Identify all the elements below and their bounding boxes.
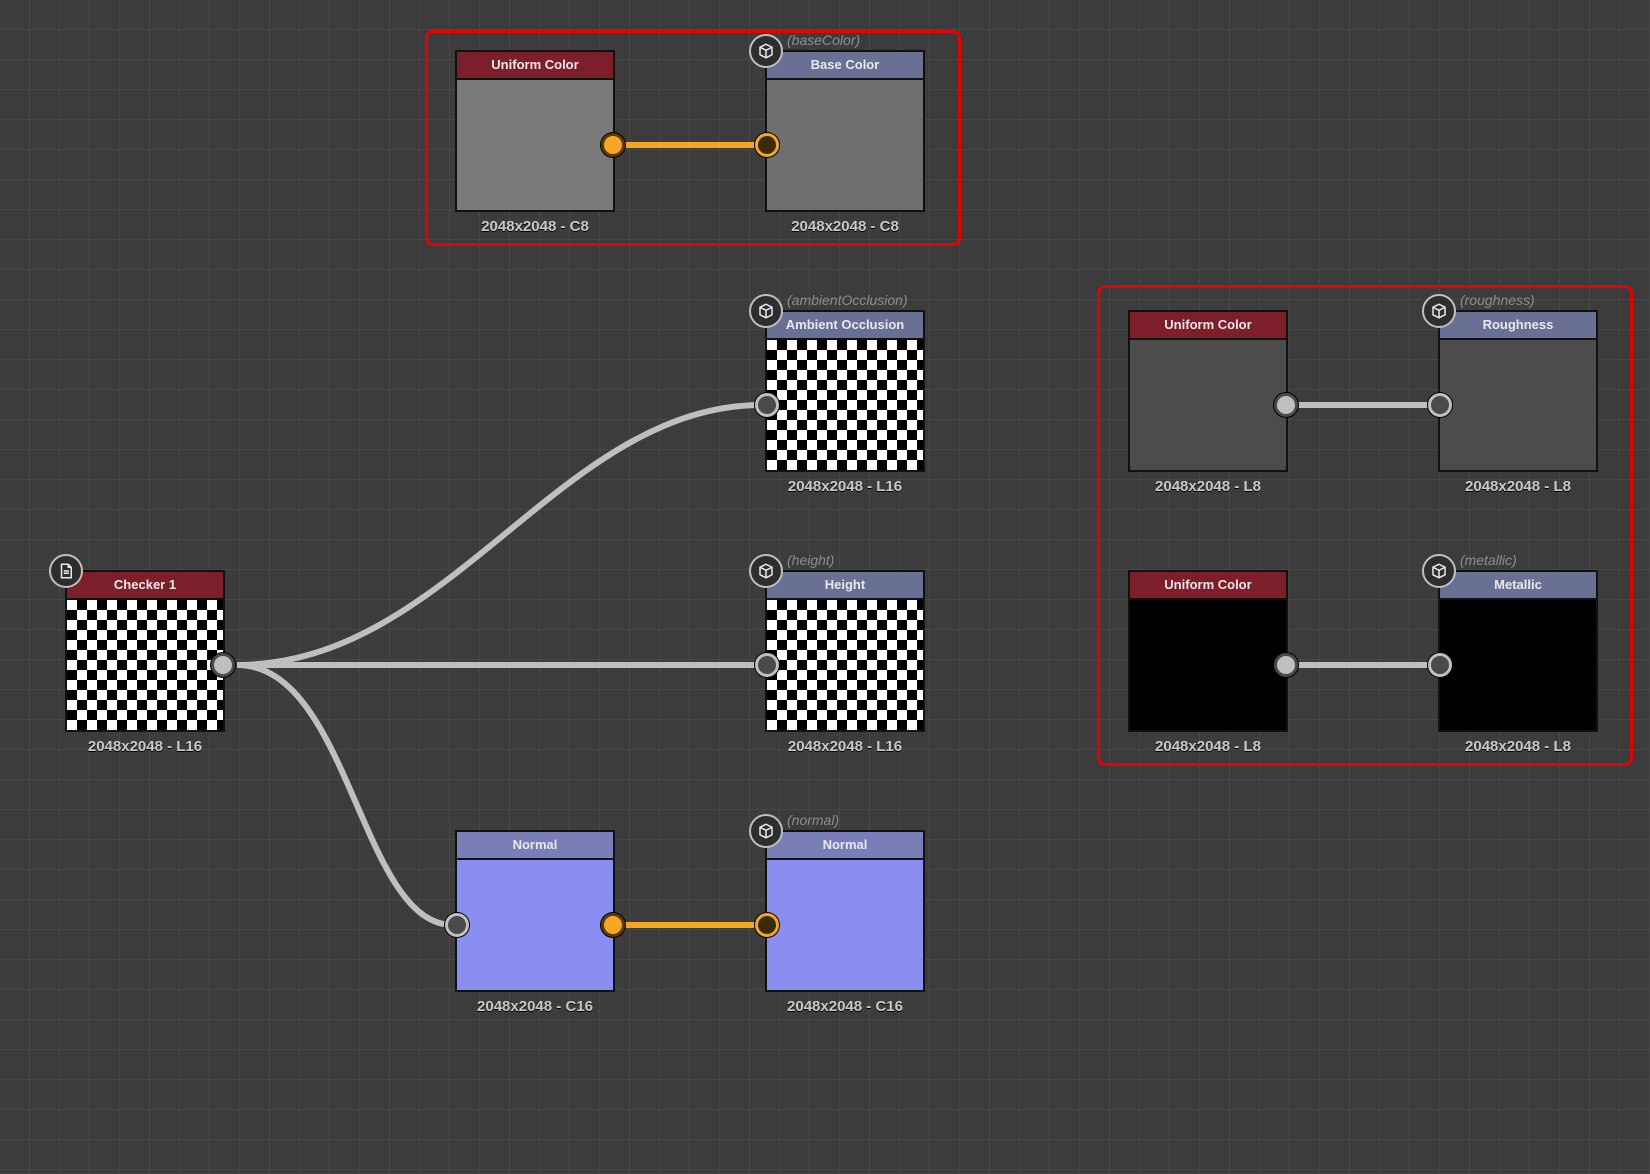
node-title: Base Color xyxy=(767,52,923,80)
output-socket[interactable] xyxy=(211,653,235,677)
node-preview xyxy=(1130,600,1286,730)
node-uniform-metallic[interactable]: Uniform Color 2048x2048 - L8 xyxy=(1128,570,1288,755)
input-socket[interactable] xyxy=(755,653,779,677)
doc-icon xyxy=(49,554,83,588)
node-checker[interactable]: Checker 1 2048x2048 - L16 xyxy=(65,570,225,755)
output-label: (ambientOcclusion) xyxy=(787,292,908,308)
node-preview xyxy=(457,80,613,210)
node-uniform-basecolor[interactable]: Uniform Color 2048x2048 - C8 xyxy=(455,50,615,235)
node-caption: 2048x2048 - C8 xyxy=(455,218,615,235)
node-caption: 2048x2048 - C8 xyxy=(765,218,925,235)
output-socket[interactable] xyxy=(1274,653,1298,677)
input-socket[interactable] xyxy=(755,913,779,937)
node-title: Uniform Color xyxy=(457,52,613,80)
node-caption: 2048x2048 - L16 xyxy=(765,738,925,755)
node-uniform-roughness[interactable]: Uniform Color 2048x2048 - L8 xyxy=(1128,310,1288,495)
node-basecolor[interactable]: Base Color (baseColor) 2048x2048 - C8 xyxy=(765,50,925,235)
node-preview xyxy=(767,860,923,990)
node-ambient-occlusion[interactable]: Ambient Occlusion (ambientOcclusion) 204… xyxy=(765,310,925,495)
node-title: Uniform Color xyxy=(1130,312,1286,340)
node-metallic[interactable]: Metallic (metallic) 2048x2048 - L8 xyxy=(1438,570,1598,755)
node-graph-canvas[interactable]: Checker 1 2048x2048 - L16 Uniform Color … xyxy=(0,0,1650,1174)
node-title: Normal xyxy=(767,832,923,860)
output-label: (baseColor) xyxy=(787,32,860,48)
node-title: Height xyxy=(767,572,923,600)
node-normal-source[interactable]: Normal 2048x2048 - C16 xyxy=(455,830,615,1015)
node-title: Ambient Occlusion xyxy=(767,312,923,340)
input-socket[interactable] xyxy=(1428,393,1452,417)
cube-icon xyxy=(1422,554,1456,588)
output-socket[interactable] xyxy=(601,133,625,157)
node-height[interactable]: Height (height) 2048x2048 - L16 xyxy=(765,570,925,755)
node-preview xyxy=(1440,340,1596,470)
node-preview xyxy=(457,860,613,990)
node-caption: 2048x2048 - L8 xyxy=(1438,738,1598,755)
node-preview xyxy=(1440,600,1596,730)
node-caption: 2048x2048 - L8 xyxy=(1128,478,1288,495)
node-caption: 2048x2048 - L16 xyxy=(765,478,925,495)
input-socket[interactable] xyxy=(755,133,779,157)
node-caption: 2048x2048 - C16 xyxy=(765,998,925,1015)
output-label: (metallic) xyxy=(1460,552,1517,568)
node-roughness[interactable]: Roughness (roughness) 2048x2048 - L8 xyxy=(1438,310,1598,495)
node-title: Checker 1 xyxy=(67,572,223,600)
input-socket[interactable] xyxy=(1428,653,1452,677)
cube-icon xyxy=(1422,294,1456,328)
node-caption: 2048x2048 - L8 xyxy=(1438,478,1598,495)
input-socket[interactable] xyxy=(755,393,779,417)
cube-icon xyxy=(749,554,783,588)
output-label: (roughness) xyxy=(1460,292,1535,308)
node-title: Roughness xyxy=(1440,312,1596,340)
node-title: Normal xyxy=(457,832,613,860)
node-caption: 2048x2048 - L8 xyxy=(1128,738,1288,755)
node-preview xyxy=(767,600,923,730)
node-title: Metallic xyxy=(1440,572,1596,600)
node-preview xyxy=(767,80,923,210)
input-socket[interactable] xyxy=(445,913,469,937)
cube-icon xyxy=(749,294,783,328)
output-label: (height) xyxy=(787,552,834,568)
node-preview xyxy=(1130,340,1286,470)
node-preview xyxy=(767,340,923,470)
node-caption: 2048x2048 - L16 xyxy=(65,738,225,755)
node-title: Uniform Color xyxy=(1130,572,1286,600)
cube-icon xyxy=(749,34,783,68)
node-normal-output[interactable]: Normal (normal) 2048x2048 - C16 xyxy=(765,830,925,1015)
output-label: (normal) xyxy=(787,812,839,828)
cube-icon xyxy=(749,814,783,848)
node-caption: 2048x2048 - C16 xyxy=(455,998,615,1015)
node-preview xyxy=(67,600,223,730)
output-socket[interactable] xyxy=(1274,393,1298,417)
output-socket[interactable] xyxy=(601,913,625,937)
